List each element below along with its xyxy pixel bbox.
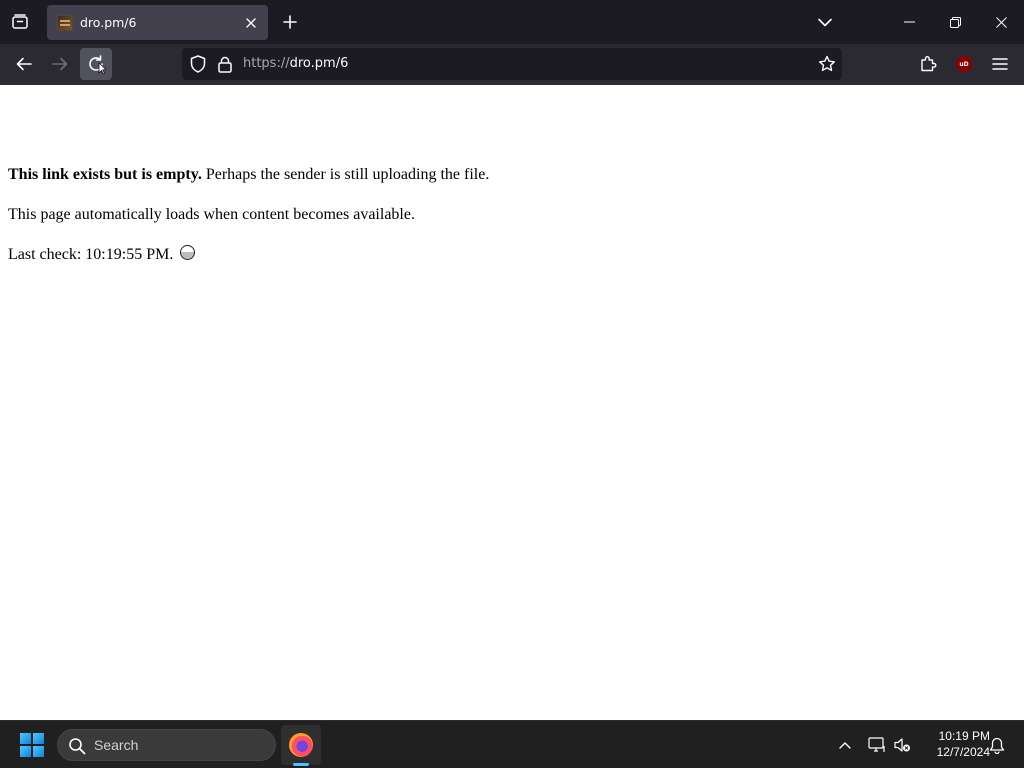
plus-icon [283,15,297,29]
network-button[interactable] [865,733,889,757]
window-close-button[interactable] [978,0,1024,44]
list-all-tabs-button[interactable] [6,8,34,36]
page-content: This link exists but is empty. Perhaps t… [8,165,489,285]
browser-tab[interactable]: dro.pm/6 [47,5,268,40]
reload-button[interactable] [80,48,112,80]
firefox-icon [289,733,313,757]
address-bar[interactable]: https://dro.pm/6 [182,48,842,80]
star-icon [819,55,835,72]
last-check-text: Last check: 10:19:55 PM. [8,246,174,263]
extensions-button[interactable] [914,50,942,78]
forward-button[interactable] [44,48,76,80]
show-hidden-icons-button[interactable] [833,733,857,757]
autoload-notice: This page automatically loads when conte… [8,206,415,223]
restore-button[interactable] [932,0,978,44]
arrow-left-icon [16,57,32,71]
clock-time: 10:19 PM [938,729,990,743]
new-tab-button[interactable] [278,9,302,35]
navigation-toolbar: https://dro.pm/6 uD [0,44,1024,85]
close-icon [246,17,256,28]
hamburger-icon [992,58,1008,70]
arrow-right-icon [52,57,68,71]
empty-link-heading: This link exists but is empty. [8,166,202,183]
url-host-path: dro.pm/6 [289,56,349,71]
taskbar-search[interactable]: Search [57,729,276,761]
site-info-button[interactable] [216,54,234,74]
lock-icon [218,56,232,73]
active-app-indicator [293,763,309,766]
dropm-favicon [57,14,73,31]
loading-spinner-icon [180,245,196,260]
tracking-protection-button[interactable] [188,54,208,74]
windows-logo-icon [20,733,44,757]
restore-icon [949,16,961,28]
bookmark-button[interactable] [816,53,838,75]
tab-list-icon [12,14,28,29]
start-button[interactable] [12,725,52,765]
close-icon [995,16,1007,28]
minimize-button[interactable] [886,0,932,44]
notifications-button[interactable] [985,733,1009,757]
tab-strip: dro.pm/6 [0,0,1024,44]
bell-icon [989,737,1005,754]
search-placeholder: Search [94,737,139,753]
ublock-icon: uD [956,56,972,72]
taskbar-firefox[interactable] [281,725,321,765]
shield-icon [190,55,206,73]
empty-link-detail: Perhaps the sender is still uploading th… [201,166,490,183]
tab-title: dro.pm/6 [80,15,137,30]
chevron-down-icon [818,18,832,26]
reload-icon [89,55,106,74]
system-clock[interactable]: 10:19 PM 12/7/2024 [918,728,990,760]
chevron-up-icon [839,742,851,749]
ublock-extension-button[interactable]: uD [950,50,978,78]
taskbar: Search 10:19 PM 12/7/2024 [0,720,1024,768]
network-icon [868,737,885,752]
last-check-line: Last check: 10:19:55 PM. [8,245,489,265]
clock-date: 12/7/2024 [936,745,990,759]
search-icon [69,738,86,755]
back-button[interactable] [8,48,40,80]
volume-muted-icon [894,738,910,752]
empty-link-message: This link exists but is empty. Perhaps t… [8,165,489,185]
url-text[interactable]: https://dro.pm/6 [243,56,348,71]
page-viewport: This link exists but is empty. Perhaps t… [0,85,1024,720]
app-menu-button[interactable] [986,50,1014,78]
puzzle-icon [921,56,937,72]
url-scheme: https:// [243,56,290,71]
close-tab-button[interactable] [242,14,260,32]
volume-button[interactable] [890,733,914,757]
minimize-icon [903,21,915,23]
tabs-menu-button[interactable] [813,10,837,34]
